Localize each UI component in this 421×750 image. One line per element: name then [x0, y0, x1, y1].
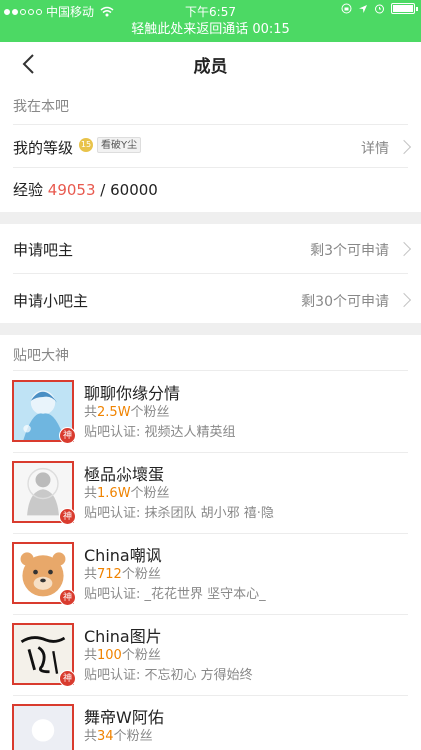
god-list-item[interactable]: 舞帝W阿佑 共34个粉丝	[0, 704, 421, 750]
god-fans: 共2.5W个粉丝	[84, 405, 170, 420]
chevron-right-icon	[396, 241, 412, 257]
god-badge: 神	[59, 589, 76, 606]
experience-row: 经验 49053 / 60000	[0, 168, 421, 212]
level-label: 我的等级	[13, 139, 74, 157]
section-header-gods: 贴吧大神	[13, 348, 69, 364]
god-fans: 共1.6W个粉丝	[84, 486, 170, 501]
level-title-tag: 看破Y尘	[97, 137, 142, 153]
battery-icon	[391, 3, 418, 14]
divider	[13, 452, 408, 453]
god-cert: 贴吧认证: 视频达人精英组	[84, 425, 236, 440]
my-level-row[interactable]: 我的等级 15 看破Y尘 详情	[0, 126, 421, 168]
experience-current: 49053	[47, 181, 96, 199]
status-bar: 中国移动 下午6:57	[0, 0, 421, 20]
location-icon	[359, 4, 367, 13]
god-cert: 贴吧认证: _花花世界 坚守本心_	[84, 587, 266, 602]
chevron-right-icon	[396, 292, 412, 308]
god-badge: 神	[59, 427, 76, 444]
section-gap	[0, 212, 421, 224]
god-badge: 神	[59, 670, 76, 687]
divider	[13, 533, 408, 534]
divider	[13, 695, 408, 696]
god-fans: 共34个粉丝	[84, 729, 153, 744]
detail-link[interactable]: 详情	[361, 138, 389, 158]
experience-label: 经验	[13, 181, 44, 199]
apply-label: 申请小吧主	[13, 292, 89, 310]
experience-total: / 60000	[100, 181, 158, 199]
experience-text: 经验 49053 / 60000	[13, 179, 158, 200]
divider	[13, 614, 408, 615]
god-list-item[interactable]: 神 極品尛壞蛋 共1.6W个粉丝 贴吧认证: 抹杀团队 胡小邪 禧·隐	[0, 461, 421, 543]
god-list-item[interactable]: 神 聊聊你缘分情 共2.5W个粉丝 贴吧认证: 视频达人精英组	[0, 380, 421, 462]
god-fans: 共100个粉丝	[84, 648, 161, 663]
god-badge: 神	[59, 508, 76, 525]
rotation-lock-icon	[341, 3, 352, 14]
apply-status: 剩30个可申请	[301, 294, 389, 310]
apply-status: 剩3个可申请	[310, 243, 389, 259]
level-number-badge: 15	[79, 138, 93, 152]
return-to-call-banner[interactable]: 轻触此处来返回通话 00:15	[0, 20, 421, 42]
section-header-my: 我在本吧	[13, 99, 69, 115]
apply-label: 申请吧主	[13, 241, 74, 259]
page-title: 成员	[193, 57, 228, 77]
god-list-item[interactable]: 神 China嘲讽 共712个粉丝 贴吧认证: _花花世界 坚守本心_	[0, 542, 421, 624]
god-cert: 贴吧认证: 抹杀团队 胡小邪 禧·隐	[84, 506, 274, 521]
apply-sub-owner-row[interactable]: 申请小吧主 剩30个可申请	[0, 274, 421, 323]
divider	[13, 370, 408, 371]
section-gap	[0, 323, 421, 335]
god-fans: 共712个粉丝	[84, 567, 161, 582]
god-cert: 贴吧认证: 不忘初心 方得始终	[84, 668, 253, 683]
god-list-item[interactable]: 神 China图片 共100个粉丝 贴吧认证: 不忘初心 方得始终	[0, 623, 421, 705]
nav-bar: 成员	[0, 42, 421, 86]
alarm-icon	[375, 4, 384, 14]
avatar[interactable]	[12, 704, 74, 750]
divider	[13, 124, 408, 125]
chevron-right-icon	[396, 139, 412, 155]
apply-bar-owner-row[interactable]: 申请吧主 剩3个可申请	[0, 224, 421, 273]
